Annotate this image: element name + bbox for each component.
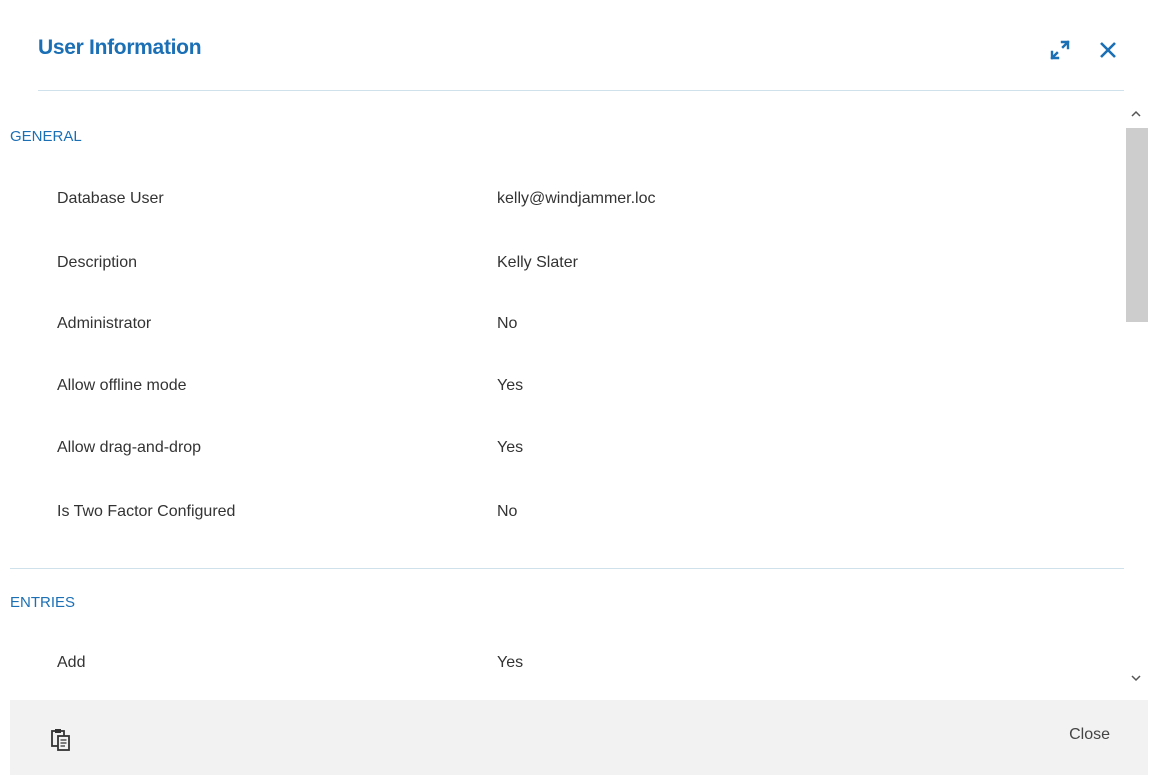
row-value: kelly@windjammer.loc bbox=[497, 190, 656, 207]
row-label: Allow offline mode bbox=[57, 377, 187, 394]
header-divider bbox=[38, 90, 1124, 91]
close-dialog-button[interactable] bbox=[1095, 37, 1121, 63]
row-value: No bbox=[497, 315, 518, 332]
row-value: Yes bbox=[497, 654, 524, 671]
expand-button[interactable] bbox=[1047, 37, 1073, 63]
row-value: No bbox=[497, 503, 518, 520]
dialog-header: User Information bbox=[0, 0, 1162, 92]
user-information-dialog: User Information GENERAL Database User k… bbox=[0, 0, 1162, 775]
row-label: Administrator bbox=[57, 315, 152, 332]
dialog-title: User Information bbox=[38, 36, 202, 59]
row-label: Is Two Factor Configured bbox=[57, 503, 236, 520]
row-value: Yes bbox=[497, 439, 524, 456]
copy-button[interactable] bbox=[50, 728, 72, 752]
row-label: Allow drag-and-drop bbox=[57, 439, 202, 456]
section-title-general: GENERAL bbox=[10, 128, 82, 145]
close-button[interactable]: Close bbox=[1069, 726, 1110, 744]
row-label: Add bbox=[57, 654, 86, 671]
scroll-up-button[interactable] bbox=[1124, 104, 1148, 124]
vertical-scrollbar[interactable] bbox=[1124, 104, 1148, 689]
clipboard-icon bbox=[51, 729, 70, 751]
row-label: Database User bbox=[57, 190, 164, 207]
row-label: Description bbox=[57, 254, 138, 271]
scroll-thumb[interactable] bbox=[1126, 128, 1148, 322]
chevron-up-icon bbox=[1131, 110, 1141, 117]
chevron-down-icon bbox=[1131, 675, 1141, 682]
row-value: Kelly Slater bbox=[497, 254, 578, 271]
scroll-down-button[interactable] bbox=[1124, 668, 1148, 688]
section-divider bbox=[10, 568, 1124, 569]
section-title-entries: ENTRIES bbox=[10, 594, 76, 611]
dialog-footer: Close bbox=[10, 700, 1148, 775]
close-icon bbox=[1100, 42, 1116, 58]
expand-icon bbox=[1050, 40, 1070, 60]
row-value: Yes bbox=[497, 377, 524, 394]
dialog-content: GENERAL Database User kelly@windjammer.l… bbox=[0, 92, 1124, 700]
